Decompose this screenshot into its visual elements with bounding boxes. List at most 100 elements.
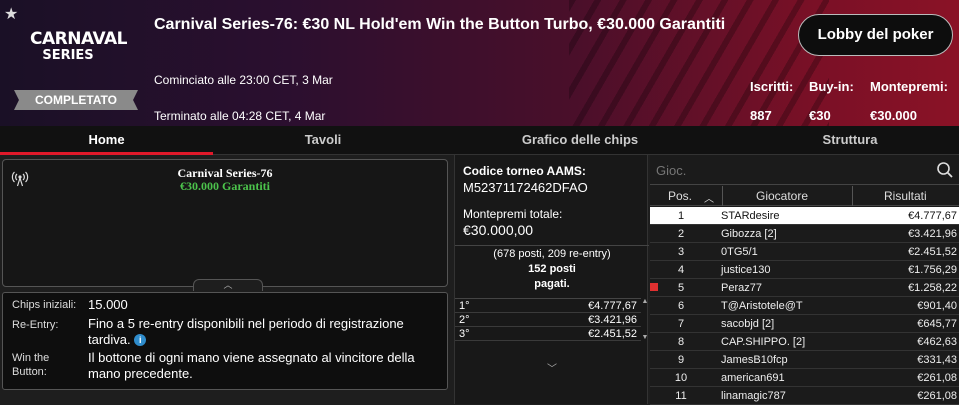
payout-list: 1° €4.777,67 2° €3.421,96 3° €2.451,52 (455, 298, 641, 341)
search-icon[interactable] (936, 161, 954, 179)
col-position[interactable]: Pos. (668, 189, 692, 203)
reentry-value: Fino a 5 re-entry disponibili nel period… (88, 316, 438, 348)
prize-pool-value: €30.000 (870, 108, 917, 123)
tournament-info: Chips iniziali: 15.000 Re-Entry: Fino a … (2, 292, 448, 390)
table-row[interactable]: 2 Gibozza [2] €3.421,96 (650, 225, 959, 243)
tab-chip-graph[interactable]: Grafico delle chips (470, 126, 690, 155)
row-player: Gibozza [2] (721, 228, 777, 240)
table-row[interactable]: 7 sacobjd [2] €645,77 (650, 315, 959, 333)
aams-code-label: Codice torneo AAMS: (463, 164, 586, 178)
buyin-label: Buy-in: (809, 79, 854, 94)
players-panel: Pos. ︿ Giocatore Risultati 1 STARdesire … (650, 155, 959, 405)
row-player: linamagic787 (721, 390, 786, 402)
table-row[interactable]: 1 STARdesire €4.777,67 (650, 207, 959, 225)
player-search-bar (650, 155, 959, 185)
payout-place: 1° (459, 300, 470, 312)
row-player: JamesB10fcp (721, 354, 788, 366)
table-row[interactable]: 10 american691 €261,08 (650, 369, 959, 387)
tab-structure[interactable]: Struttura (740, 126, 959, 155)
row-position: 6 (677, 300, 685, 312)
players-table-header: Pos. ︿ Giocatore Risultati (650, 186, 959, 206)
table-row[interactable]: 4 justice130 €1.756,29 (650, 261, 959, 279)
payout-amount: €3.421,96 (588, 314, 637, 326)
end-time: Terminato alle 04:28 CET, 4 Mar (154, 109, 326, 123)
poker-lobby-button[interactable]: Lobby del poker (798, 14, 953, 56)
promo-guarantee: €30.000 Garantiti (180, 179, 270, 193)
collapse-chevron-up-icon[interactable]: ︿ (193, 279, 263, 291)
win-button-value: Il bottone di ogni mano viene assegnato … (88, 350, 415, 381)
payout-scrollbar[interactable]: ▲ ▼ (641, 298, 649, 358)
aams-code-value: M52371172462DFAO (463, 180, 588, 195)
tab-tables[interactable]: Tavoli (213, 126, 433, 155)
row-result: €4.777,67 (908, 210, 957, 222)
places-line1: (678 posti, 209 re-entry) (493, 248, 611, 260)
logo-text-line2: SERIES (42, 48, 94, 63)
row-position: 8 (677, 336, 685, 348)
row-player: 0TG5/1 (721, 246, 758, 258)
favorite-star-icon[interactable]: ★ (4, 4, 18, 24)
row-player: T@Aristotele@T (721, 300, 803, 312)
info-icon[interactable]: i (134, 334, 147, 346)
paid-places-info: (678 posti, 209 re-entry) 152 posti paga… (455, 247, 649, 292)
row-result: €1.258,22 (908, 282, 957, 294)
buyin-value: €30 (809, 108, 831, 123)
status-badge: COMPLETATO (14, 90, 138, 110)
payout-row: 3° €2.451,52 (455, 327, 641, 341)
promo-banner: Carnival Series-76 €30.000 Garantiti ︿ (2, 159, 448, 291)
tab-home[interactable]: Home (0, 126, 213, 155)
col-divider (722, 186, 723, 206)
row-result: €261,08 (917, 390, 957, 402)
places-line3: pagati. (534, 278, 570, 290)
col-divider (852, 186, 853, 206)
row-player: STARdesire (721, 210, 780, 222)
col-results[interactable]: Risultati (884, 189, 927, 203)
row-position: 11 (675, 390, 687, 402)
row-position: 2 (677, 228, 685, 240)
starting-chips-label: Chips iniziali: (12, 299, 77, 311)
win-button-label-1: Win the (12, 352, 50, 364)
logo-text-line1: CARNAVAL (30, 29, 127, 49)
payout-place: 2° (459, 314, 470, 326)
row-player: sacobjd [2] (721, 318, 775, 330)
prize-panel: Codice torneo AAMS: M52371172462DFAO Mon… (454, 155, 649, 404)
table-row[interactable]: 11 linamagic787 €261,08 (650, 387, 959, 405)
row-position: 9 (677, 354, 685, 366)
carnaval-series-logo: CARNAVAL SERIES (30, 29, 127, 64)
scroll-track[interactable] (641, 306, 649, 334)
scroll-down-icon[interactable]: ▼ (641, 334, 649, 342)
row-player: CAP.SHIPPO. [2] (721, 336, 806, 348)
starting-chips-value: 15.000 (88, 297, 128, 312)
row-result: €3.421,96 (908, 228, 957, 240)
player-search-input[interactable] (656, 160, 926, 180)
payout-row: 2° €3.421,96 (455, 313, 641, 327)
row-result: €2.451,52 (908, 246, 957, 258)
row-position: 10 (674, 372, 688, 384)
scroll-up-icon[interactable]: ▲ (641, 298, 649, 306)
sort-chevron-up-icon[interactable]: ︿ (704, 190, 714, 205)
start-time: Cominciato alle 23:00 CET, 3 Mar (154, 73, 333, 87)
row-player: Peraz77 (721, 282, 762, 294)
payout-amount: €2.451,52 (588, 328, 637, 340)
row-result: €331,43 (917, 354, 957, 366)
row-result: €901,40 (917, 300, 957, 312)
divider (455, 245, 649, 246)
table-row[interactable]: 9 JamesB10fcp €331,43 (650, 351, 959, 369)
payout-row: 1° €4.777,67 (455, 299, 641, 313)
row-position: 7 (677, 318, 685, 330)
payout-place: 3° (459, 328, 470, 340)
expand-chevron-down-icon[interactable]: ﹀ (455, 360, 649, 375)
table-row[interactable]: 3 0TG5/1 €2.451,52 (650, 243, 959, 261)
row-position: 4 (677, 264, 685, 276)
places-line2: 152 posti (528, 263, 576, 275)
row-player: american691 (721, 372, 785, 384)
row-result: €1.756,29 (908, 264, 957, 276)
row-position: 5 (677, 282, 685, 294)
row-result: €462,63 (917, 336, 957, 348)
row-result: €261,08 (917, 372, 957, 384)
col-player[interactable]: Giocatore (756, 189, 808, 203)
win-button-label-2: Button: (12, 366, 47, 378)
table-row[interactable]: 8 CAP.SHIPPO. [2] €462,63 (650, 333, 959, 351)
prize-pool-label: Montepremi: (870, 79, 948, 94)
table-row[interactable]: 5 Peraz77 €1.258,22 (650, 279, 959, 297)
table-row[interactable]: 6 T@Aristotele@T €901,40 (650, 297, 959, 315)
